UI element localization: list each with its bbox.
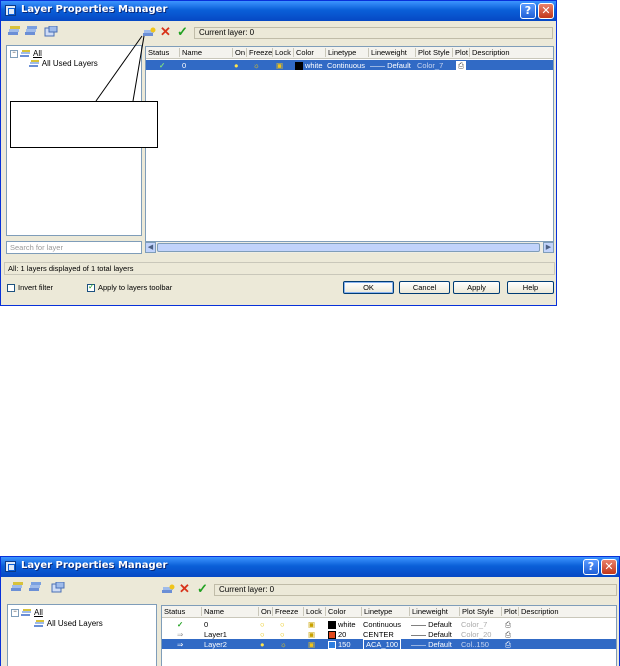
window-title: Layer Properties Manager — [21, 560, 168, 571]
layers-stack-icon — [34, 619, 44, 627]
plot-style-cell[interactable]: Col..150 — [461, 640, 489, 649]
layer-name[interactable]: 0 — [204, 620, 208, 629]
lock-icon[interactable]: ▣ — [308, 630, 315, 639]
title-bar[interactable]: Layer Properties Manager ? ✕ — [1, 557, 619, 577]
delete-layer-icon[interactable]: ✕ — [179, 581, 190, 597]
tree-label-all: All — [34, 608, 43, 617]
table-row[interactable]: ⇒ Layer2 ● ☼ ▣ 150 ACA_100 —— Default Co… — [162, 639, 616, 650]
col-linetype[interactable]: Linetype — [361, 607, 392, 616]
lineweight-cell[interactable]: —— Default — [411, 620, 452, 629]
col-description[interactable]: Description — [518, 607, 559, 616]
filter-tree[interactable]: − All All Used Layers — [7, 604, 157, 666]
color-swatch — [328, 631, 336, 640]
col-color[interactable]: Color — [325, 607, 346, 616]
layer-name[interactable]: Layer2 — [204, 640, 227, 649]
on-bulb-icon[interactable]: ○ — [260, 620, 265, 629]
plot-style-cell[interactable]: Color_7 — [461, 620, 487, 629]
layer-list[interactable]: Status Name On Freeze Lock Color Linetyp… — [161, 605, 617, 666]
col-lock[interactable]: Lock — [303, 607, 322, 616]
col-freeze[interactable]: Freeze — [272, 607, 298, 616]
layer-states-icon[interactable] — [51, 582, 65, 594]
collapse-icon[interactable]: − — [11, 608, 19, 617]
color-name: 20 — [338, 630, 347, 639]
lineweight-cell[interactable]: —— Default — [411, 640, 452, 649]
layer-name[interactable]: Layer1 — [204, 630, 227, 639]
freeze-sun-icon[interactable]: ○ — [280, 620, 285, 629]
plot-style-cell[interactable]: Color_20 — [461, 630, 491, 639]
linetype-cell[interactable]: CENTER — [363, 630, 394, 639]
col-plot-style[interactable]: Plot Style — [459, 607, 494, 616]
col-name[interactable]: Name — [201, 607, 224, 616]
color-name: white — [338, 620, 356, 629]
col-status[interactable]: Status — [162, 607, 185, 616]
col-plot[interactable]: Plot — [501, 607, 517, 616]
new-group-filter-icon[interactable] — [28, 582, 42, 594]
current-layer-label: Current layer: 0 — [214, 584, 617, 596]
table-row[interactable]: ⇒ Layer1 ○ ○ ▣ 20 CENTER —— Default Colo… — [162, 629, 616, 640]
lineweight-cell[interactable]: —— Default — [411, 630, 452, 639]
tree-node-all-used-layers[interactable]: All Used Layers — [34, 619, 103, 628]
color-cell[interactable]: white — [328, 620, 356, 630]
callout-box — [10, 101, 158, 148]
new-layer-icon[interactable] — [161, 584, 175, 596]
linetype-cell[interactable]: Continuous — [363, 620, 401, 629]
status-layer-icon: ⇒ — [177, 630, 184, 639]
layer-list-header: Status Name On Freeze Lock Color Linetyp… — [162, 606, 616, 618]
tree-node-all[interactable]: − All — [11, 608, 43, 617]
color-cell[interactable]: 20 — [328, 630, 347, 640]
table-row[interactable]: ✓ 0 ○ ○ ▣ white Continuous —— Default Co… — [162, 619, 616, 630]
color-name: 150 — [338, 640, 351, 649]
help-icon[interactable]: ? — [583, 559, 599, 575]
color-cell[interactable]: 150 — [328, 640, 351, 650]
tree-label-all-used-layers: All Used Layers — [46, 619, 103, 628]
col-lineweight[interactable]: Lineweight — [409, 607, 448, 616]
color-swatch — [328, 621, 336, 630]
layers-stack-icon — [21, 608, 32, 616]
freeze-sun-icon[interactable]: ☼ — [280, 640, 287, 649]
status-current-icon: ✓ — [177, 620, 184, 629]
freeze-sun-icon[interactable]: ○ — [280, 630, 285, 639]
close-icon[interactable]: ✕ — [601, 559, 617, 575]
set-current-icon[interactable]: ✓ — [197, 581, 208, 597]
col-on[interactable]: On — [258, 607, 271, 616]
new-properties-filter-icon[interactable] — [10, 582, 24, 594]
lock-icon[interactable]: ▣ — [308, 620, 315, 629]
status-layer-icon: ⇒ — [177, 640, 184, 649]
on-bulb-icon[interactable]: ● — [260, 640, 265, 649]
color-swatch — [328, 641, 336, 650]
on-bulb-icon[interactable]: ○ — [260, 630, 265, 639]
plot-printer-icon[interactable]: ⎙ — [505, 640, 511, 650]
window-app-icon — [5, 561, 16, 572]
lock-icon[interactable]: ▣ — [308, 640, 315, 649]
linetype-cell[interactable]: ACA_100 — [363, 639, 402, 650]
layer-properties-dialog-2: Layer Properties Manager ? ✕ − All All U… — [0, 556, 620, 666]
